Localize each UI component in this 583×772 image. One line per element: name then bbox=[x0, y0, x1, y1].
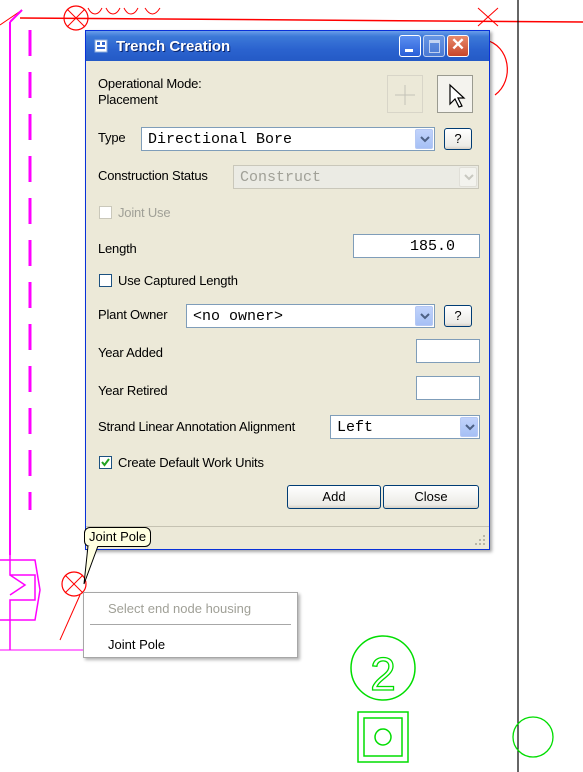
tooltip-pointer bbox=[83, 546, 99, 585]
construction-status-label: Construction Status bbox=[98, 168, 208, 183]
year-retired-input[interactable] bbox=[416, 376, 480, 400]
red-line-top bbox=[19, 17, 583, 23]
checkmark-icon bbox=[101, 458, 110, 467]
year-retired-label: Year Retired bbox=[98, 383, 168, 398]
mode-label-line1: Operational Mode: bbox=[98, 76, 202, 91]
chevron-down-icon bbox=[459, 167, 477, 187]
magenta-bracket bbox=[0, 555, 41, 650]
green-node-label: 2 bbox=[370, 648, 396, 700]
create-work-units-checkbox[interactable] bbox=[99, 456, 112, 469]
length-input[interactable]: 185.0 bbox=[353, 234, 480, 258]
mode-label-line2: Placement bbox=[98, 92, 158, 107]
context-menu-separator bbox=[90, 624, 291, 625]
year-added-label: Year Added bbox=[98, 345, 163, 360]
title-bar[interactable]: Trench Creation ✕ bbox=[86, 31, 489, 61]
plant-owner-label: Plant Owner bbox=[98, 307, 168, 322]
cursor-arrow-icon bbox=[449, 83, 466, 108]
red-squiggle bbox=[87, 7, 161, 15]
type-select[interactable]: Directional Bore bbox=[141, 127, 435, 151]
use-captured-length-checkbox[interactable] bbox=[99, 274, 112, 287]
chevron-down-icon[interactable] bbox=[415, 129, 433, 149]
minimize-button[interactable] bbox=[399, 35, 421, 57]
type-value: Directional Bore bbox=[148, 131, 293, 148]
construction-status-select: Construct bbox=[233, 165, 479, 189]
red-line-diag bbox=[59, 594, 81, 641]
green-housing-inner bbox=[363, 717, 403, 757]
chevron-down-icon[interactable] bbox=[415, 306, 433, 326]
create-work-units-label: Create Default Work Units bbox=[118, 455, 264, 470]
resize-grip-icon[interactable] bbox=[474, 534, 486, 546]
green-housing-dot bbox=[374, 728, 392, 746]
joint-use-label: Joint Use bbox=[118, 205, 171, 220]
app-icon bbox=[94, 39, 108, 53]
length-label: Length bbox=[98, 241, 137, 256]
plant-owner-help-button[interactable]: ? bbox=[444, 305, 472, 327]
strand-alignment-value: Left bbox=[337, 419, 374, 436]
green-circle-right bbox=[512, 716, 554, 758]
select-tool-button[interactable] bbox=[437, 75, 473, 113]
context-menu-item-joint-pole[interactable]: Joint Pole bbox=[108, 637, 165, 652]
window-title: Trench Creation bbox=[116, 38, 231, 55]
plant-owner-value: <no owner> bbox=[193, 308, 284, 325]
plant-owner-select[interactable]: <no owner> bbox=[186, 304, 435, 328]
place-tool-button[interactable] bbox=[387, 75, 423, 113]
close-button[interactable]: Close bbox=[383, 485, 479, 509]
add-button[interactable]: Add bbox=[287, 485, 381, 509]
length-value: 185.0 bbox=[409, 238, 455, 255]
context-menu-header: Select end node housing bbox=[108, 601, 252, 616]
joint-use-checkbox bbox=[99, 206, 112, 219]
close-window-button[interactable]: ✕ bbox=[447, 35, 469, 57]
magenta-line-top bbox=[9, 9, 23, 23]
type-help-button[interactable]: ? bbox=[444, 128, 472, 150]
type-label: Type bbox=[98, 130, 126, 145]
year-added-input[interactable] bbox=[416, 339, 480, 363]
joint-pole-tooltip: Joint Pole bbox=[84, 527, 152, 547]
use-captured-length-label: Use Captured Length bbox=[118, 273, 238, 288]
chevron-down-icon[interactable] bbox=[460, 417, 478, 437]
strand-alignment-label: Strand Linear Annotation Alignment bbox=[98, 419, 296, 434]
node-housing-context-menu[interactable]: Select end node housing Joint Pole bbox=[83, 592, 298, 658]
crosshair-icon bbox=[395, 85, 415, 105]
construction-status-value: Construct bbox=[240, 169, 322, 186]
green-housing-outer bbox=[357, 711, 409, 763]
strand-alignment-select[interactable]: Left bbox=[330, 415, 480, 439]
trench-creation-dialog[interactable]: Trench Creation ✕ Operational Mode: Plac… bbox=[85, 30, 490, 550]
close-icon: ✕ bbox=[450, 35, 466, 54]
maximize-button[interactable] bbox=[423, 35, 445, 57]
operational-mode-label: Operational Mode: Placement bbox=[98, 76, 202, 108]
